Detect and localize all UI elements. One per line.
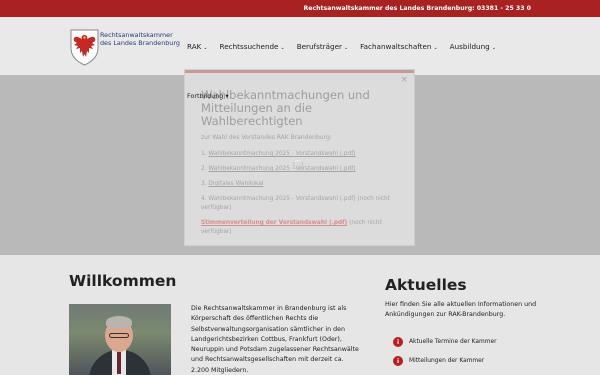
- welcome-text: Die Rechtsanwaltskammer in Brandenburg i…: [191, 305, 359, 374]
- logo-line-2: des Landes Brandenburg: [100, 39, 180, 47]
- nav-item-rak[interactable]: RAK ⌄: [187, 42, 208, 51]
- chevron-down-icon: ⌄: [491, 45, 496, 51]
- close-icon[interactable]: ×: [400, 75, 408, 85]
- president-photo: [69, 304, 171, 375]
- news-intro: Hier finden Sie alle aktuellen Informati…: [385, 301, 537, 318]
- nav-label: Ausbildung: [449, 42, 490, 51]
- chevron-down-icon: ⌄: [280, 45, 285, 51]
- submenu-fortbildung[interactable]: Fortbildung ▾: [187, 92, 229, 100]
- news-link-mitteilungen[interactable]: i Mitteilungen der Kammer: [393, 356, 484, 366]
- logo-line-1: Rechtsanwaltskammer: [100, 31, 173, 39]
- document-link[interactable]: Wahlbekanntmachung 2025 - Vorstandswahl …: [208, 151, 355, 157]
- news-link-termine[interactable]: i Aktuelle Termine der Kammer: [393, 337, 497, 347]
- main-nav: RAK ⌄ Rechtssuchende ⌄ Berufsträger ⌄ Facha…: [187, 42, 508, 51]
- contact-text: Rechtsanwaltskammer des Landes Brandenbu…: [303, 5, 531, 12]
- list-item: 3. Digitales Wahllokal: [201, 180, 406, 189]
- list-item: 2. Wahlbekanntmachung 2025 - Vorstandswa…: [201, 165, 406, 174]
- list-item: 1. Wahlbekanntmachung 2025 - Vorstandswa…: [201, 150, 406, 159]
- document-link[interactable]: Wahlbekanntmachung 2025 - Vorstandswahl …: [208, 166, 355, 172]
- chevron-down-icon: ⌄: [203, 45, 208, 51]
- digital-polling-station-link[interactable]: Digitales Wahllokal: [208, 181, 263, 187]
- info-icon: i: [393, 337, 403, 347]
- modal-title: Wahlbekanntmachungen und Mitteilungen an…: [201, 88, 370, 128]
- loading-spinner-icon: [293, 160, 303, 170]
- info-icon: i: [393, 356, 403, 366]
- nav-item-fachanwaltschaften[interactable]: Fachanwaltschaften ⌄: [360, 42, 438, 51]
- chevron-down-icon: ⌄: [343, 45, 349, 51]
- nav-label: Berufsträger: [296, 42, 342, 51]
- news-link-label: Aktuelle Termine der Kammer: [409, 339, 497, 345]
- list-item: Stimmenverteilung der Vorstandswahl (.pd…: [201, 219, 406, 237]
- news-link-label: Mitteilungen der Kammer: [409, 358, 485, 364]
- modal-intro: zur Wahl des Vorstandes RAK Brandenburg:: [201, 134, 332, 141]
- news-heading: Aktuelles: [385, 276, 467, 294]
- nav-label: Rechtssuchende: [219, 42, 279, 51]
- site-header: Rechtsanwaltskammer des Landes Brandenbu…: [0, 17, 600, 75]
- chevron-down-icon: ▾: [225, 92, 229, 100]
- logo-wordmark: Rechtsanwaltskammer des Landes Brandenbu…: [100, 31, 180, 47]
- modal-document-list: 1. Wahlbekanntmachung 2025 - Vorstandswa…: [201, 150, 406, 243]
- vote-distribution-link[interactable]: Stimmenverteilung der Vorstandswahl (.pd…: [201, 220, 347, 226]
- item-text: 4. Wahlbekanntmachung 2025 - Vorstandswa…: [201, 196, 391, 211]
- chevron-down-icon: ⌄: [433, 45, 438, 51]
- list-item: 4. Wahlbekanntmachung 2025 - Vorstandswa…: [201, 195, 406, 213]
- nav-item-rechtssuchende[interactable]: Rechtssuchende ⌄: [220, 42, 285, 51]
- submenu-label: Fortbildung: [187, 92, 224, 100]
- site-logo[interactable]: Rechtsanwaltskammer des Landes Brandenbu…: [69, 28, 180, 68]
- nav-item-berufstraeger[interactable]: Berufsträger ⌄: [297, 42, 348, 51]
- nav-label: RAK: [187, 42, 202, 51]
- nav-label: Fachanwaltschaften: [360, 42, 432, 51]
- welcome-heading: Willkommen: [69, 272, 177, 290]
- contact-bar: Rechtsanwaltskammer des Landes Brandenbu…: [0, 0, 600, 17]
- brandenburg-eagle-crest-icon: [70, 29, 99, 66]
- nav-item-ausbildung[interactable]: Ausbildung ⌄: [450, 42, 496, 51]
